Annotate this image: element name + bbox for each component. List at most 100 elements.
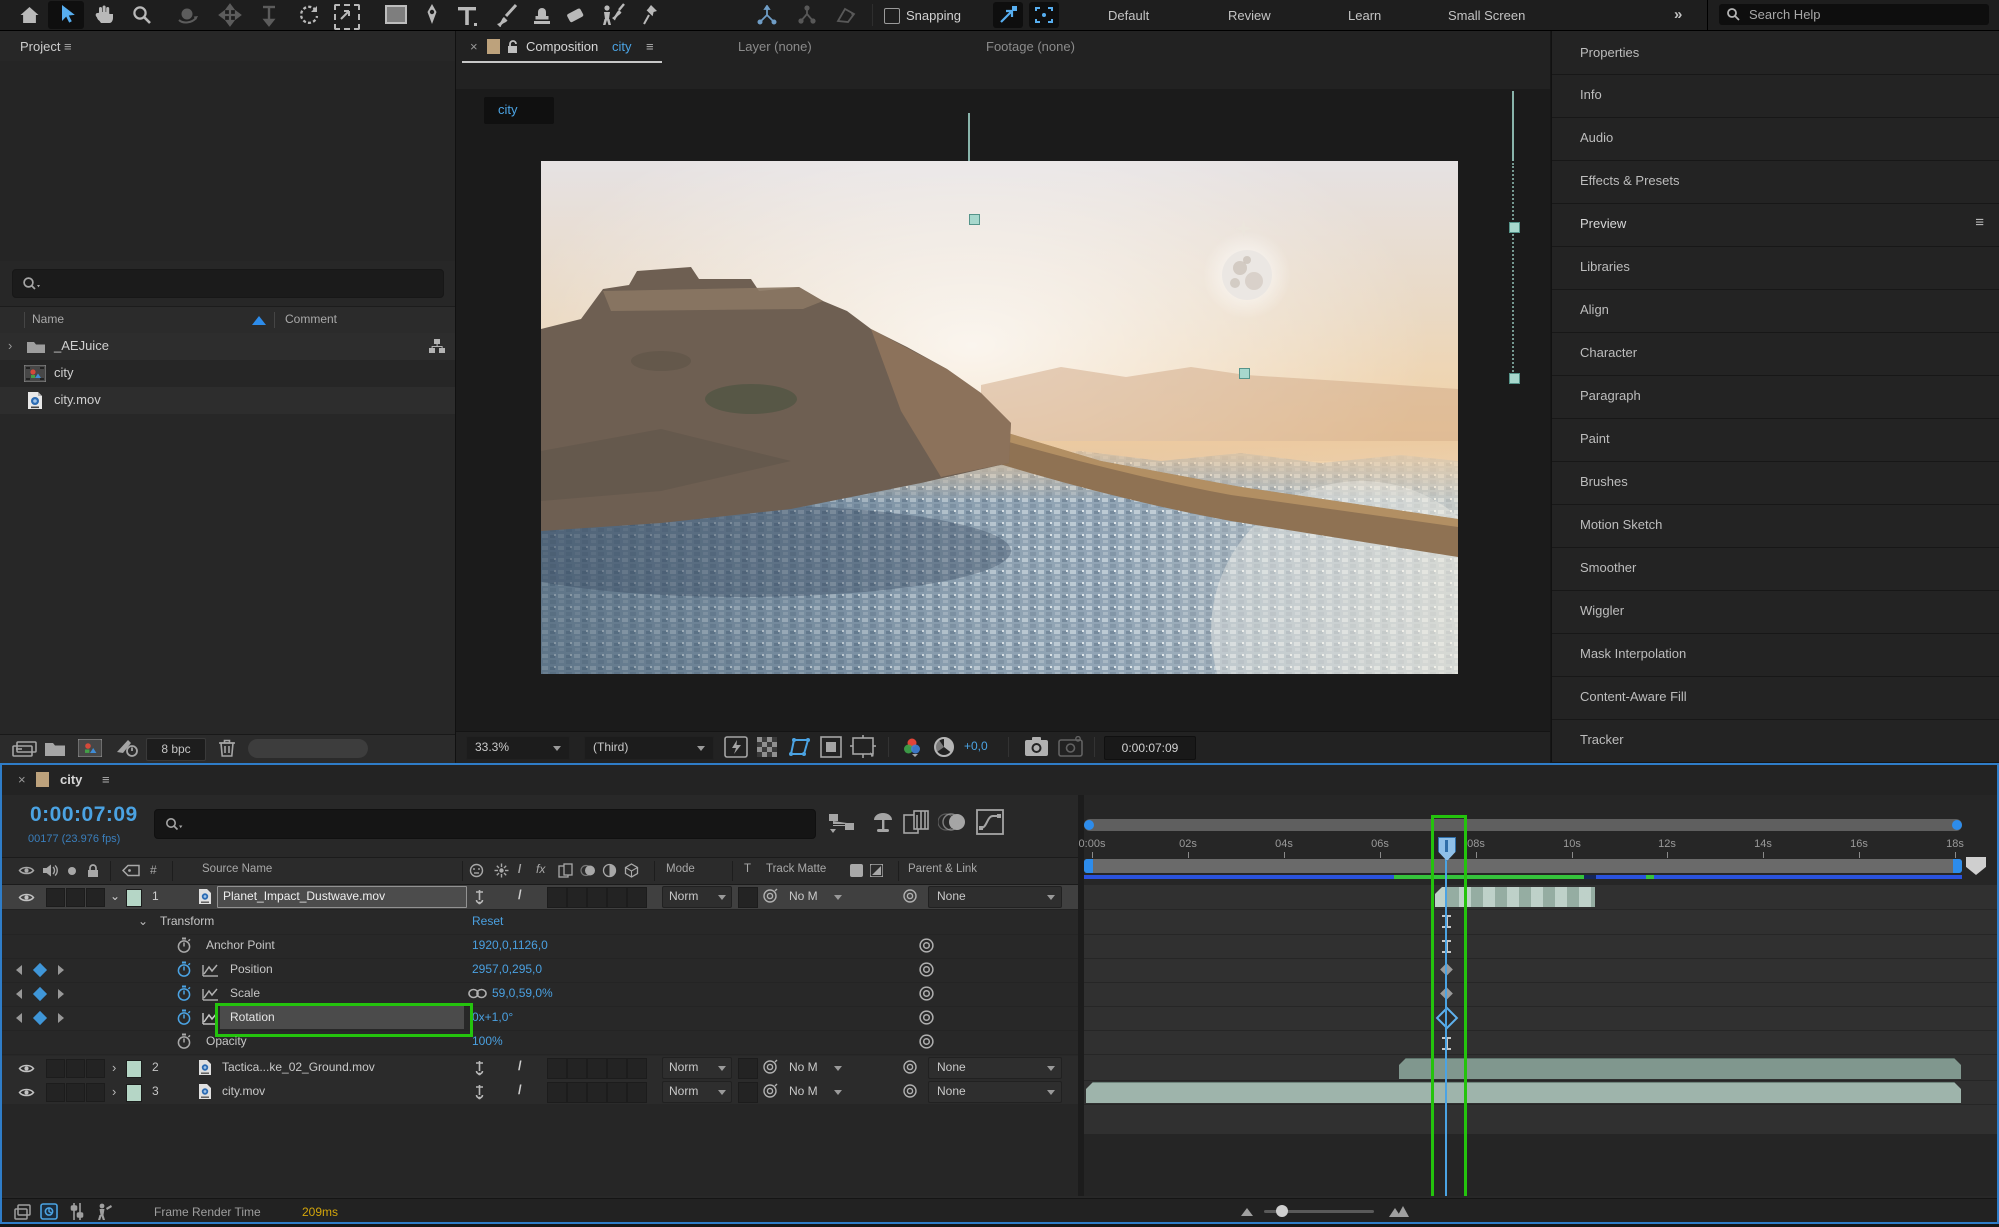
project-footer-scrollbar[interactable] [248,739,368,758]
dependencies-icon[interactable] [428,337,446,355]
layer-expand-icon[interactable]: › [112,1084,116,1099]
sidebar-item-effects-presets[interactable]: Effects & Presets [1552,161,1999,204]
layer-name-selected-box[interactable]: Planet_Impact_Dustwave.mov [217,886,467,908]
track-matte-pickwhip-icon[interactable] [762,888,778,904]
project-panel-menu-icon[interactable]: ≡ [64,39,72,54]
three-d-column-icon[interactable] [624,863,639,878]
rotate-tool[interactable] [296,3,322,27]
source-name-column[interactable]: Source Name [202,863,272,875]
sidebar-item-paragraph[interactable]: Paragraph [1552,376,1999,419]
quality-column-icon[interactable]: / [518,862,521,876]
quality-toggle[interactable]: / [518,1082,522,1097]
property-value[interactable]: 59,0,59,0% [492,986,553,1000]
snapshot-camera-icon[interactable] [1024,736,1049,757]
interpret-footage-icon[interactable] [12,740,38,758]
lock-column-icon[interactable] [86,863,100,878]
property-row-opacity[interactable]: Opacity 100% [2,1030,1078,1055]
prev-keyframe-icon[interactable] [16,965,22,975]
layer-handle[interactable] [1239,368,1250,379]
stopwatch-icon-active[interactable] [176,985,192,1002]
layer-row-2[interactable]: › 2 Tactica...ke_02_Ground.mov / Norm No… [2,1056,1078,1081]
zoom-in-timeline-icon[interactable] [1388,1205,1410,1218]
parent-link-column[interactable]: Parent & Link [908,863,977,875]
tab-layer[interactable]: Layer (none) [738,39,812,54]
brush-tool[interactable] [494,3,520,27]
tab-composition-label[interactable]: Composition [526,39,598,54]
pickwhip-icon[interactable] [918,1033,935,1050]
close-icon[interactable]: × [470,39,478,54]
property-value[interactable]: 0x+1,0° [472,1010,513,1024]
group-expand-icon[interactable]: ⌄ [138,914,148,928]
transform-reset-button[interactable]: Reset [472,914,503,928]
keyframe-toggle-icon[interactable] [32,1010,48,1026]
column-name[interactable]: Name [32,312,64,326]
sidebar-item-libraries[interactable]: Libraries [1552,247,1999,290]
matte-luma-icon[interactable] [870,864,883,877]
parent-dropdown[interactable]: None [928,1057,1062,1079]
quality-toggle[interactable]: / [518,887,522,902]
world-axis-mode[interactable] [796,5,818,25]
transfer-controls-icon[interactable] [68,1202,86,1221]
number-column[interactable]: # [150,863,157,877]
sidebar-item-brushes[interactable]: Brushes [1552,462,1999,505]
stopwatch-icon[interactable] [176,937,192,954]
timeline-search-input[interactable] [154,809,816,839]
bit-depth-button[interactable]: 8 bpc [146,738,206,761]
parent-pickwhip-icon[interactable] [902,888,918,904]
blend-mode-dropdown[interactable]: Norm [662,1081,732,1103]
timeline-tab-label[interactable]: city [60,772,82,787]
frame-blend-column-icon[interactable] [558,863,573,878]
property-row-scale[interactable]: Scale 59,0,59,0% [2,982,1078,1007]
layer-handle[interactable] [969,214,980,225]
eye-icon[interactable] [18,1086,35,1099]
home-icon[interactable] [18,4,41,26]
draft-3d-icon[interactable] [870,810,896,836]
puppet-pin-tool[interactable] [640,2,664,28]
pickwhip-icon[interactable] [918,985,935,1002]
pen-tool[interactable] [420,2,444,28]
magnification-dropdown[interactable]: 33.3% [466,736,570,760]
layer-row-3[interactable]: › 3 city.mov / Norm No M None [2,1080,1078,1105]
keyframe-toggle-icon[interactable] [32,986,48,1002]
property-row-rotation[interactable]: Rotation 0x+1,0° [2,1003,1078,1037]
shy-toggle-icon[interactable] [472,1060,487,1076]
guides-options-icon[interactable] [850,735,876,758]
property-label[interactable]: Anchor Point [206,938,275,952]
prev-keyframe-icon[interactable] [16,1013,22,1023]
sidebar-item-properties[interactable]: Properties [1552,33,1999,75]
rectangle-tool[interactable] [384,5,408,25]
dolly-camera-tool[interactable] [260,3,278,27]
fast-previews-icon[interactable] [724,736,748,758]
pan-behind-tool[interactable] [334,4,360,30]
local-axis-mode[interactable] [756,5,778,25]
brainstorm-icon[interactable] [94,1202,114,1221]
layer2-clip-bar[interactable] [1399,1058,1961,1079]
eye-icon[interactable] [18,1062,35,1075]
project-settings-icon[interactable] [114,738,140,758]
layer-color-swatch[interactable] [126,889,142,907]
project-item-footage[interactable]: city.mov [0,387,455,414]
composition-viewport-image[interactable] [541,161,1458,674]
next-keyframe-icon[interactable] [58,1013,64,1023]
graph-include-icon[interactable] [202,1011,219,1025]
matte-alpha-icon[interactable] [850,864,863,877]
project-panel-title[interactable]: Project [20,39,60,54]
item-label[interactable]: city.mov [54,392,101,407]
link-dimensions-icon[interactable] [468,988,487,999]
property-value[interactable]: 100% [472,1034,503,1048]
exposure-icon[interactable] [932,735,956,759]
item-label[interactable]: _AEJuice [54,338,109,353]
next-keyframe-icon[interactable] [58,965,64,975]
property-row-position[interactable]: Position 2957,0,295,0 [2,958,1078,983]
adjustment-column-icon[interactable] [602,863,617,878]
transform-group-row[interactable]: ⌄ Transform Reset [2,910,1078,935]
graph-editor-icon[interactable] [976,809,1004,835]
current-timecode[interactable]: 0:00:07:09 [30,803,138,827]
viewer-target-tab[interactable]: city [484,97,554,124]
sidebar-item-smoother[interactable]: Smoother [1552,548,1999,591]
quality-toggle[interactable]: / [518,1058,522,1073]
playhead-line[interactable] [1445,837,1447,1196]
eraser-tool[interactable] [564,4,590,26]
snap-features-button[interactable] [1029,2,1059,28]
channel-rgb-icon[interactable] [900,735,924,759]
